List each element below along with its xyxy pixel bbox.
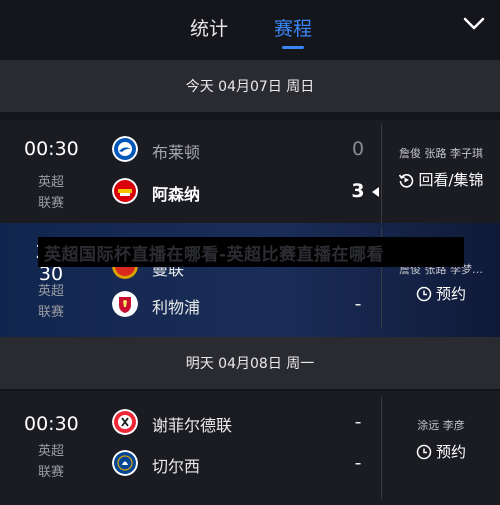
match-row[interactable]: 00:30 英超 联赛 布莱顿 0 阿森纳 3 詹俊 张路 李子琪 回看/集锦 — [0, 120, 500, 234]
reserve-label: 预约 — [435, 285, 466, 303]
league-line2: 联赛 — [37, 465, 64, 480]
league-label: 英超 联赛 — [24, 281, 78, 323]
liverpool-badge-icon — [112, 291, 138, 317]
commentators: 涂远 李彦 — [417, 419, 465, 432]
date-label: 今天 04月07日 周日 — [185, 79, 315, 95]
away-score: 3 — [351, 180, 365, 202]
team-name: 利物浦 — [152, 298, 201, 317]
league-line2: 联赛 — [37, 305, 64, 320]
winner-arrow-icon — [372, 187, 379, 197]
replay-label: 回看/集锦 — [418, 171, 484, 189]
date-header-tomorrow: 明天 04月08日 周一 — [0, 337, 500, 389]
divider — [381, 397, 382, 499]
tab-schedule[interactable]: 赛程 — [274, 14, 312, 41]
away-score: - — [354, 293, 362, 315]
active-tab-indicator — [282, 46, 304, 49]
league-line2: 联赛 — [37, 196, 64, 211]
team-name: 阿森纳 — [152, 185, 201, 204]
match-time: 00:30 — [24, 138, 79, 160]
reserve-button[interactable]: 预约 — [388, 441, 494, 462]
banner-text: 英超国际杯直播在哪看-英超比赛直播在哪看 — [44, 245, 385, 265]
match-row[interactable]: 00:30 英超 联赛 谢菲尔德联 - 切尔西 - 涂远 李彦 预约 — [0, 391, 500, 505]
replay-button[interactable]: 回看/集锦 — [388, 169, 494, 190]
brighton-badge-icon — [112, 136, 138, 162]
arsenal-badge-icon — [112, 178, 138, 204]
league-line1: 英超 — [37, 284, 64, 299]
home-score: 0 — [351, 138, 365, 160]
clock-icon — [416, 286, 432, 302]
top-bar: 统计 赛程 — [0, 0, 500, 58]
commentators: 詹俊 张路 李子琪 — [399, 147, 483, 160]
team-name: 布莱顿 — [152, 143, 201, 162]
league-line1: 英超 — [37, 444, 64, 459]
overlay-banner: 英超国际杯直播在哪看-英超比赛直播在哪看 — [38, 237, 464, 267]
date-header-today: 今天 04月07日 周日 — [0, 60, 500, 112]
divider — [381, 124, 382, 226]
team-name: 谢菲尔德联 — [152, 416, 233, 435]
home-score: - — [354, 411, 362, 433]
away-score: - — [354, 452, 362, 474]
clock-icon — [416, 444, 432, 460]
sheffield-badge-icon — [112, 409, 138, 435]
league-label: 英超 联赛 — [24, 172, 78, 214]
chevron-down-icon[interactable] — [462, 14, 486, 34]
tab-stats[interactable]: 统计 — [190, 14, 228, 41]
match-time: 00:30 — [24, 413, 79, 435]
reserve-label: 预约 — [435, 443, 466, 461]
chelsea-badge-icon — [112, 450, 138, 476]
replay-icon — [399, 174, 414, 188]
league-line1: 英超 — [37, 175, 64, 190]
league-label: 英超 联赛 — [24, 441, 78, 483]
reserve-button[interactable]: 预约 — [388, 283, 494, 304]
team-name: 切尔西 — [152, 457, 201, 476]
date-label: 明天 04月08日 周一 — [185, 356, 315, 372]
